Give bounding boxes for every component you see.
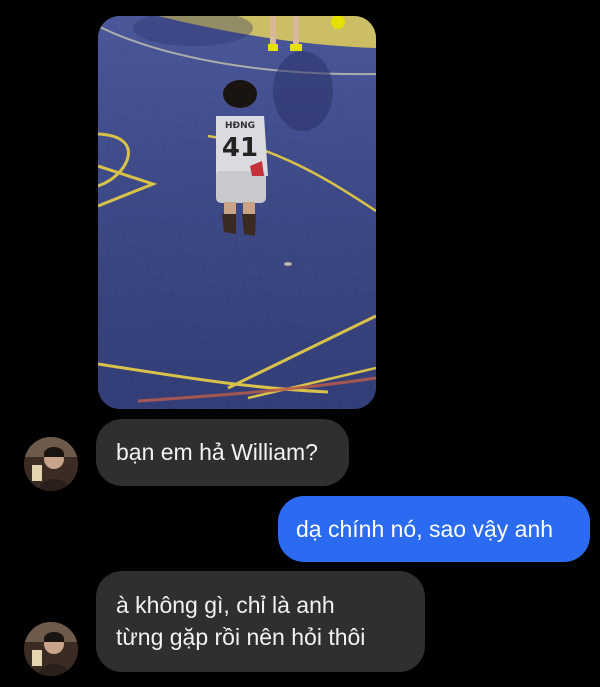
message-text: bạn em hả William? bbox=[116, 439, 318, 465]
shared-photo[interactable]: HĐNG 41 bbox=[98, 16, 376, 409]
message-bubble-incoming[interactable]: à không gì, chỉ là anh từng gặp rồi nên … bbox=[96, 571, 425, 672]
avatar[interactable] bbox=[24, 437, 78, 491]
avatar[interactable] bbox=[24, 622, 78, 676]
avatar-photo bbox=[24, 622, 78, 676]
futsal-court-image: HĐNG 41 bbox=[98, 16, 376, 409]
message-bubble-outgoing[interactable]: dạ chính nó, sao vậy anh bbox=[278, 496, 590, 562]
jersey-name: HĐNG bbox=[225, 121, 255, 131]
jersey-number: 41 bbox=[222, 133, 258, 163]
avatar-photo bbox=[24, 437, 78, 491]
message-bubble-incoming[interactable]: bạn em hả William? bbox=[96, 419, 349, 486]
message-text-line-2: từng gặp rồi nên hỏi thôi bbox=[116, 624, 366, 650]
message-text: dạ chính nó, sao vậy anh bbox=[296, 516, 554, 542]
message-text-line-1: à không gì, chỉ là anh bbox=[116, 592, 335, 618]
